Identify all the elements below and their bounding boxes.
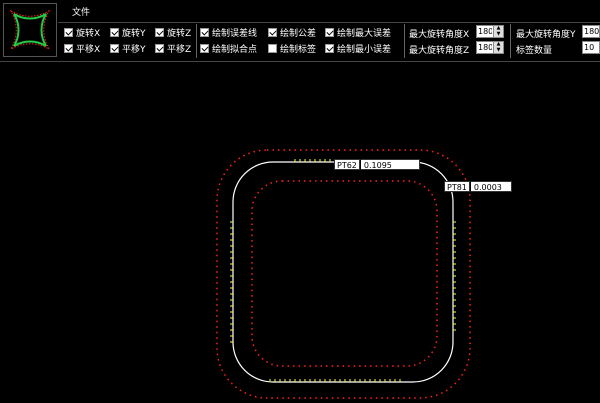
draw-fit-points-checkbox[interactable]: [200, 44, 209, 53]
max-rotation-y-label: 最大旋转角度Y: [516, 30, 576, 40]
translate-x-label: 平移X: [76, 45, 101, 55]
max-rotation-x-spinner[interactable]: ▲▼: [476, 25, 504, 38]
rotate-x-label: 旋转X: [76, 29, 101, 39]
rotate-z-label: 旋转Z: [167, 29, 192, 39]
curve-plot: [216, 149, 471, 399]
translate-z-checkbox[interactable]: [155, 44, 164, 53]
checkbox-draw-max-error[interactable]: 绘制最大误差: [325, 26, 391, 39]
menu-divider: [58, 22, 600, 23]
point-name: PT62: [334, 159, 360, 170]
rotate-x-checkbox[interactable]: [64, 28, 73, 37]
max-rotation-y-input[interactable]: 180: [582, 25, 600, 38]
checkbox-translate-z[interactable]: 平移Z: [155, 42, 191, 55]
label-count-input[interactable]: 10: [582, 41, 600, 54]
rotate-y-checkbox[interactable]: [110, 28, 119, 37]
translate-z-label: 平移Z: [167, 45, 192, 55]
rotate-y-label: 旋转Y: [122, 29, 146, 39]
spin-buttons[interactable]: ▲ ▼: [494, 41, 504, 54]
point-value: 0.0003: [469, 181, 512, 192]
point-label: PT62 0.1095: [334, 159, 420, 170]
toolbar: 文件 旋转X 平移X 旋转Y 平移Y 旋转Z 平移Z 绘制误差线 绘制拟合点 绘…: [0, 0, 600, 60]
checkbox-rotate-z[interactable]: 旋转Z: [155, 26, 191, 39]
label-count-label: 标签数量: [516, 46, 553, 56]
divider: [510, 24, 511, 58]
checkbox-translate-y[interactable]: 平移Y: [110, 42, 146, 55]
translate-x-checkbox[interactable]: [64, 44, 73, 53]
draw-min-error-label: 绘制最小误差: [337, 45, 392, 55]
checkbox-draw-min-error[interactable]: 绘制最小误差: [325, 42, 391, 55]
draw-fit-points-label: 绘制拟合点: [212, 45, 258, 55]
spin-down-icon[interactable]: ▼: [494, 47, 503, 54]
divider: [196, 24, 197, 58]
spin-buttons[interactable]: ▲ ▼: [494, 25, 504, 38]
checkbox-rotate-x[interactable]: 旋转X: [64, 26, 100, 39]
max-rotation-z-label: 最大旋转角度Z: [409, 46, 470, 56]
divider: [404, 24, 405, 58]
draw-tolerance-checkbox[interactable]: [268, 28, 277, 37]
draw-max-error-label: 绘制最大误差: [337, 29, 392, 39]
error-ticks: [230, 159, 456, 382]
translate-y-checkbox[interactable]: [110, 44, 119, 53]
max-rotation-z-spinner[interactable]: ▲▼: [476, 41, 504, 54]
checkbox-draw-fit-points[interactable]: 绘制拟合点: [200, 42, 257, 55]
checkbox-draw-tolerance[interactable]: 绘制公差: [268, 26, 316, 39]
checkbox-rotate-y[interactable]: 旋转Y: [110, 26, 146, 39]
rotate-z-checkbox[interactable]: [155, 28, 164, 37]
viewport-canvas[interactable]: PT62 0.1095 PT81 0.0003: [0, 62, 600, 400]
translate-y-label: 平移Y: [122, 45, 146, 55]
max-rotation-z-input[interactable]: [476, 41, 494, 54]
outer-tolerance-curve: [216, 149, 471, 399]
checkbox-draw-error-line[interactable]: 绘制误差线: [200, 26, 257, 39]
spin-down-icon[interactable]: ▼: [494, 31, 503, 38]
inner-tolerance-curve: [251, 180, 438, 367]
checkbox-translate-x[interactable]: 平移X: [64, 42, 100, 55]
max-rotation-x-input[interactable]: [476, 25, 494, 38]
point-label: PT81 0.0003: [444, 181, 512, 192]
draw-error-line-checkbox[interactable]: [200, 28, 209, 37]
checkbox-draw-labels[interactable]: 绘制标签: [268, 42, 316, 55]
draw-max-error-checkbox[interactable]: [325, 28, 334, 37]
fitted-curve: [232, 161, 454, 383]
app-logo-icon: [3, 3, 57, 57]
max-rotation-x-label: 最大旋转角度X: [409, 30, 470, 40]
draw-tolerance-label: 绘制公差: [280, 29, 317, 39]
draw-labels-label: 绘制标签: [280, 45, 317, 55]
point-value: 0.1095: [359, 159, 420, 170]
draw-error-line-label: 绘制误差线: [212, 29, 258, 39]
menu-file[interactable]: 文件: [72, 5, 90, 18]
draw-min-error-checkbox[interactable]: [325, 44, 334, 53]
draw-labels-checkbox[interactable]: [268, 44, 277, 53]
point-name: PT81: [444, 181, 470, 192]
